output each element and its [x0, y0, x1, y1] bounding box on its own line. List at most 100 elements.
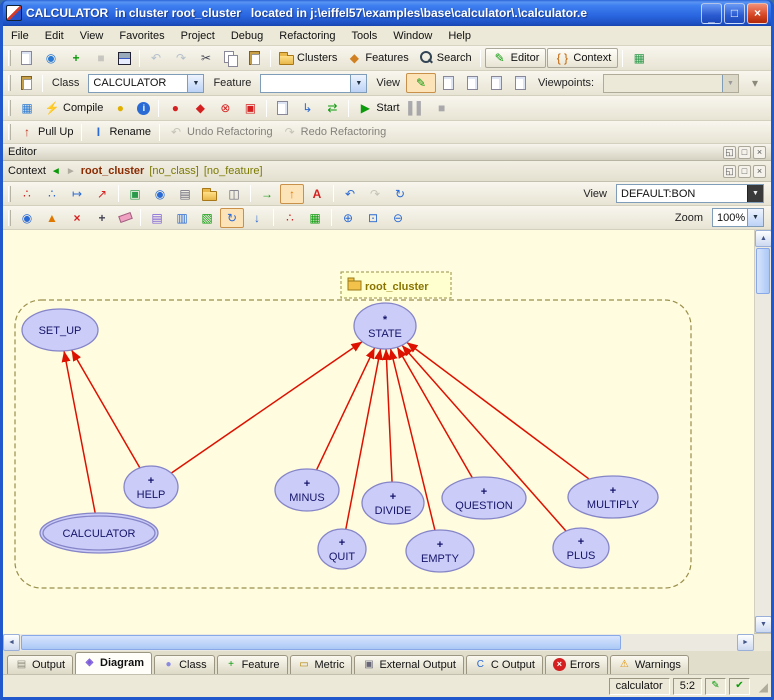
- tree-layout-button[interactable]: ▥: [170, 208, 194, 228]
- console-button[interactable]: [271, 99, 294, 117]
- undock-pane-button[interactable]: ◱: [723, 165, 736, 178]
- diagram-node-multiply[interactable]: +MULTIPLY: [568, 476, 658, 518]
- add-class-button[interactable]: +: [64, 48, 88, 68]
- toolbar-overflow-button[interactable]: ▾: [743, 73, 767, 93]
- project-tree-button[interactable]: ▦: [15, 98, 39, 118]
- tab-feature[interactable]: +Feature: [217, 655, 288, 674]
- class-legend-button[interactable]: ∴: [15, 184, 39, 204]
- scroll-up-button[interactable]: ▲: [755, 230, 771, 247]
- sync-button[interactable]: ⇄: [320, 98, 344, 118]
- copy-button[interactable]: [219, 49, 242, 68]
- tab-errors[interactable]: ×Errors: [545, 655, 608, 674]
- open-project-button[interactable]: ◉: [39, 48, 63, 68]
- precompile-button[interactable]: ▣: [238, 98, 262, 118]
- zoom-fit-button[interactable]: ⊡: [361, 208, 385, 228]
- close-button[interactable]: ×: [747, 3, 768, 24]
- diagram-node-state[interactable]: *STATE: [354, 303, 416, 349]
- features-button[interactable]: ◆Features: [342, 48, 412, 68]
- class-combo-dropdown-arrow[interactable]: ▼: [187, 75, 203, 92]
- menu-window[interactable]: Window: [385, 27, 440, 45]
- open-cluster-button[interactable]: [198, 185, 221, 203]
- viewpoints-combo-dropdown-arrow[interactable]: ▼: [722, 75, 738, 92]
- maximize-pane-button[interactable]: □: [738, 165, 751, 178]
- diagram-undo-button[interactable]: ↶: [338, 184, 362, 204]
- horizontal-scroll-track[interactable]: [622, 634, 737, 651]
- maximize-button[interactable]: □: [724, 3, 745, 24]
- delete-item-button[interactable]: ×: [65, 208, 89, 228]
- diagram-node-question[interactable]: +QUESTION: [442, 477, 526, 519]
- finalize-button[interactable]: ⊗: [213, 98, 237, 118]
- export-image-button[interactable]: ▣: [123, 184, 147, 204]
- info-button[interactable]: i: [133, 100, 154, 117]
- horizontal-scroll-thumb[interactable]: [21, 635, 621, 650]
- close-pane-button[interactable]: ×: [753, 165, 766, 178]
- toggle-cluster-view-button[interactable]: ↻: [220, 208, 244, 228]
- menu-project[interactable]: Project: [173, 27, 223, 45]
- horizontal-scrollbar[interactable]: ◄ ►: [3, 634, 771, 651]
- rename-button[interactable]: IRename: [86, 122, 155, 142]
- tab-warnings[interactable]: ⚠Warnings: [610, 655, 689, 674]
- diagram-node-plus[interactable]: +PLUS: [553, 528, 609, 568]
- stop-process-button[interactable]: ■: [89, 48, 113, 68]
- cluster-layout-button[interactable]: ▤: [145, 208, 169, 228]
- paste-button[interactable]: [243, 49, 266, 67]
- stop-debug-button[interactable]: ■: [430, 98, 454, 118]
- context-back-button[interactable]: ◄: [51, 166, 61, 177]
- inheritance-link-button[interactable]: ↗: [90, 184, 114, 204]
- context-forward-button[interactable]: ►: [66, 166, 76, 177]
- context-button[interactable]: { }Context: [547, 48, 618, 68]
- menu-refactoring[interactable]: Refactoring: [271, 27, 343, 45]
- diagram-node-calculator[interactable]: CALCULATOR: [40, 513, 158, 553]
- circle-layout-button[interactable]: ▧: [195, 208, 219, 228]
- viewpoints-combo[interactable]: ▼: [603, 74, 739, 93]
- basic-text-view-button[interactable]: ✎: [406, 73, 436, 93]
- feature-combo-dropdown-arrow[interactable]: ▼: [350, 75, 366, 92]
- undo-button[interactable]: ↶: [144, 48, 168, 68]
- vertical-scrollbar[interactable]: ▲ ▼: [754, 230, 771, 633]
- eraser-button[interactable]: [115, 212, 136, 223]
- scroll-left-button[interactable]: ◄: [3, 634, 20, 651]
- melted-key-button[interactable]: ●: [108, 98, 132, 118]
- pull-up-button[interactable]: ↑Pull Up: [15, 122, 77, 142]
- force-layout-button[interactable]: ◉: [15, 208, 39, 228]
- diagram-node-set_up[interactable]: SET_UP: [22, 309, 98, 351]
- client-supplier-link-button[interactable]: ↦: [65, 184, 89, 204]
- menu-debug[interactable]: Debug: [223, 27, 271, 45]
- close-pane-button[interactable]: ×: [753, 146, 766, 159]
- zoom-combo-dropdown-arrow[interactable]: ▼: [747, 209, 763, 226]
- tab-output[interactable]: ▤Output: [7, 655, 73, 674]
- start-button[interactable]: ▶Start: [353, 98, 403, 118]
- scroll-right-button[interactable]: ►: [737, 634, 754, 651]
- menu-edit[interactable]: Edit: [37, 27, 72, 45]
- new-window-button[interactable]: [15, 49, 38, 67]
- zoom-in-button[interactable]: ⊕: [336, 208, 360, 228]
- quality-links-button[interactable]: ∴: [278, 208, 302, 228]
- new-diagram-window-button[interactable]: ▦: [627, 48, 651, 68]
- tab-metric[interactable]: ▭Metric: [290, 655, 353, 674]
- diagram-node-empty[interactable]: +EMPTY: [406, 530, 474, 572]
- split-diagram-button[interactable]: ◫: [222, 184, 246, 204]
- menu-help[interactable]: Help: [440, 27, 479, 45]
- diagram-redo-button[interactable]: ↷: [363, 184, 387, 204]
- diagram-canvas[interactable]: SET_UP*STATE+HELPCALCULATOR+MINUS+QUIT+D…: [3, 230, 754, 634]
- vertical-scroll-track[interactable]: [755, 295, 771, 616]
- cut-button[interactable]: ✂: [194, 48, 218, 68]
- cluster-legend-button[interactable]: ∴: [40, 184, 64, 204]
- cluster-label[interactable]: root_cluster: [341, 272, 451, 298]
- diagram-node-minus[interactable]: +MINUS: [275, 469, 339, 511]
- clusters-button[interactable]: Clusters: [275, 49, 341, 67]
- tab-c-output[interactable]: CC Output: [466, 655, 543, 674]
- anchor-button[interactable]: +: [90, 208, 114, 228]
- save-button[interactable]: [114, 50, 135, 67]
- maximize-pane-button[interactable]: □: [738, 146, 751, 159]
- compile-button[interactable]: ⚡Compile: [40, 98, 107, 118]
- print-diagram-button[interactable]: ▤: [173, 184, 197, 204]
- undo-refactoring-button[interactable]: ↶Undo Refactoring: [164, 122, 277, 142]
- pause-button[interactable]: ▌▌: [405, 98, 429, 118]
- diagram-node-divide[interactable]: +DIVIDE: [362, 482, 424, 524]
- redo-button[interactable]: ↷: [169, 48, 193, 68]
- clickable-view-button[interactable]: [437, 74, 460, 92]
- diagram-node-quit[interactable]: +QUIT: [318, 529, 366, 569]
- zoom-combo[interactable]: 100%▼: [712, 208, 764, 227]
- feature-combo[interactable]: ▼: [260, 74, 367, 93]
